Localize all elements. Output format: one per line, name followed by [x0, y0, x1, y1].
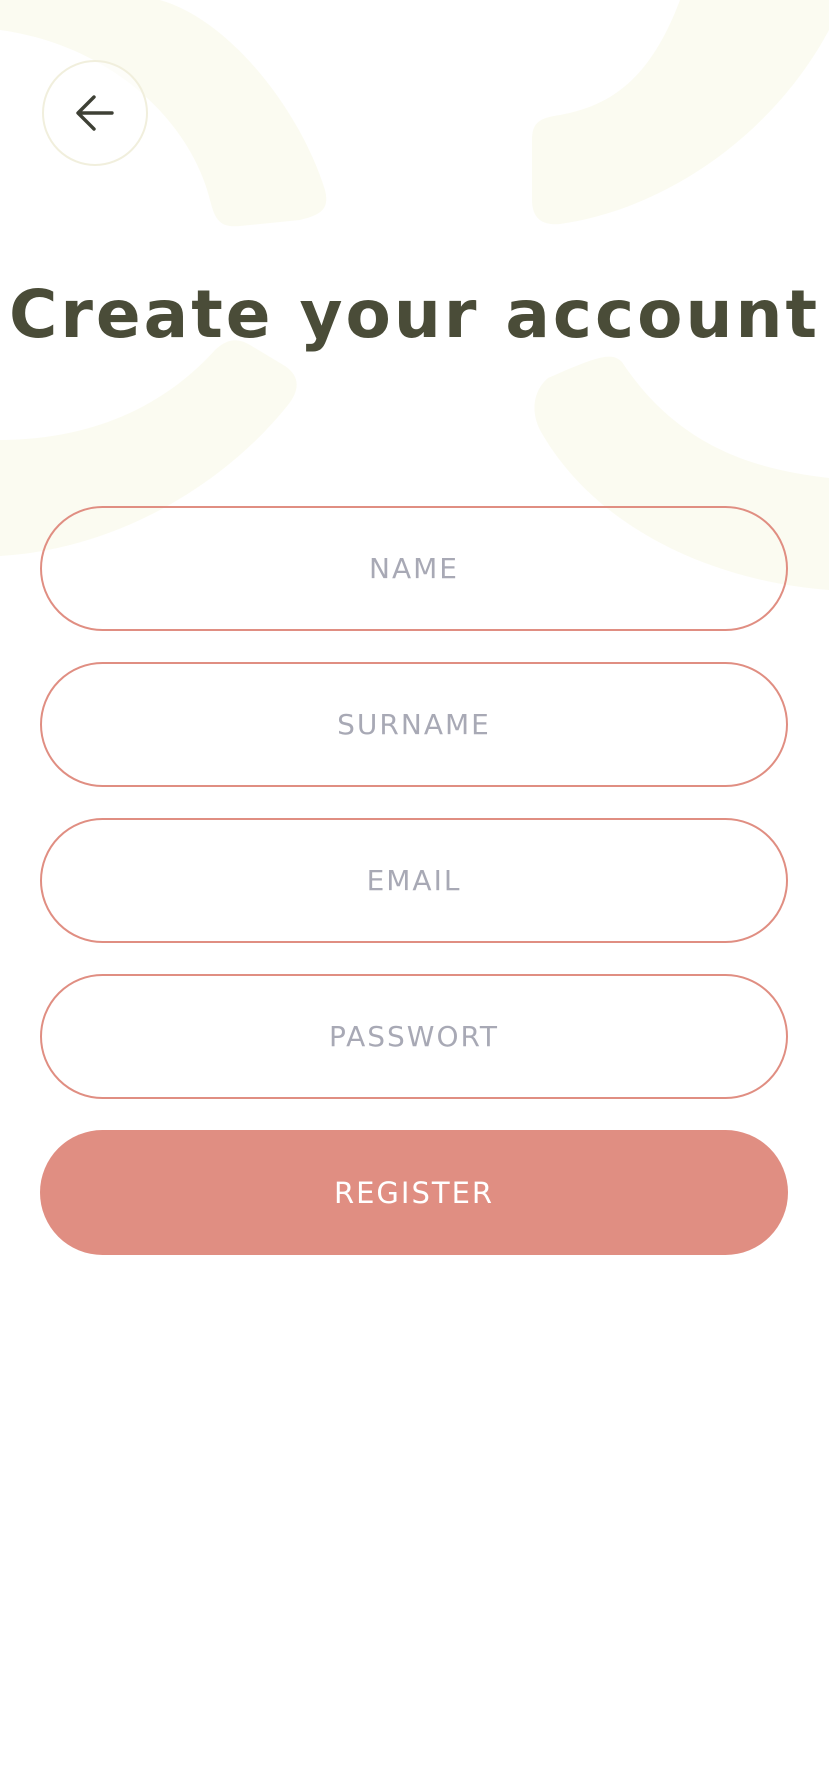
email-field[interactable]	[40, 818, 788, 943]
arrow-left-icon	[76, 95, 114, 131]
page-title: Create your account	[8, 276, 821, 353]
back-button[interactable]	[42, 60, 148, 166]
registration-form: REGISTER	[40, 506, 788, 1255]
password-field[interactable]	[40, 974, 788, 1099]
name-field[interactable]	[40, 506, 788, 631]
surname-field[interactable]	[40, 662, 788, 787]
register-button[interactable]: REGISTER	[40, 1130, 788, 1255]
deco-arc-top-right	[532, 0, 829, 225]
